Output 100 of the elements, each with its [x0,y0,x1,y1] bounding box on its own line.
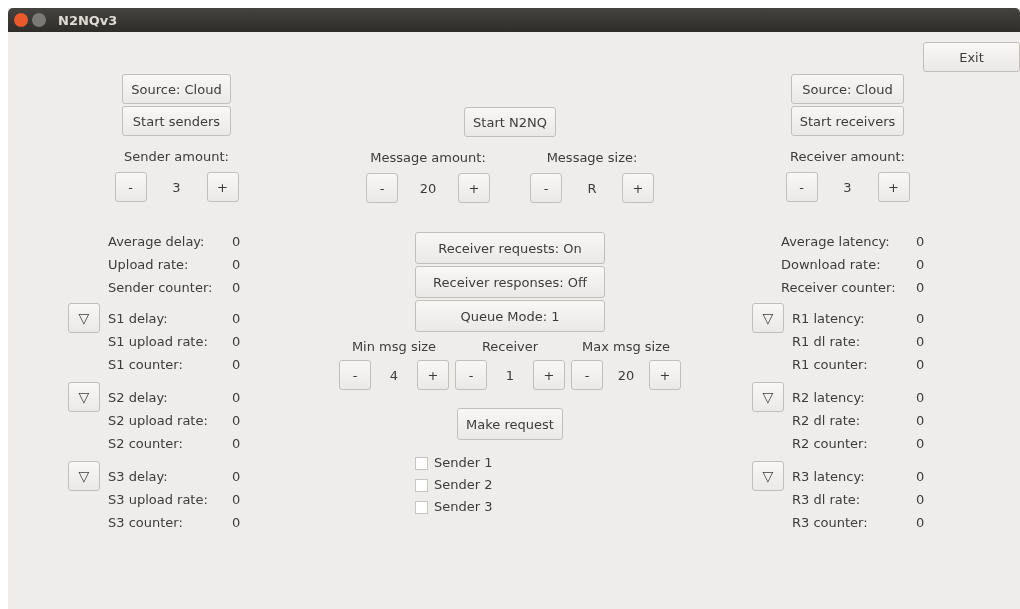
stepper-label: Receiver [481,338,539,356]
stat-label: S3 delay: [108,468,169,486]
stepper-value: R [586,180,598,196]
stepper-value: 20 [616,367,636,383]
checkbox[interactable] [415,456,428,470]
expand-button[interactable]: ▽ [68,461,100,491]
increment-button[interactable]: + [533,360,565,390]
stat-value: 0 [916,435,925,453]
stat-label: S2 delay: [108,389,169,407]
stepper-value: 3 [842,179,853,195]
stat-label: R1 dl rate: [792,333,862,351]
stat-label: R1 latency: [792,310,866,328]
stat-value: 0 [232,356,241,374]
stat-value: 0 [232,233,241,251]
stepper-label: Sender amount: [124,148,229,166]
decrement-button[interactable]: - [339,360,371,390]
stepper-value: 3 [171,179,182,195]
start-button[interactable]: Start receivers [790,106,905,136]
decrement-button[interactable]: - [366,173,398,203]
stepper-label: Max msg size [581,338,670,356]
stepper-value: 20 [418,180,438,196]
stepper-value: 4 [388,367,400,383]
stat-value: 0 [232,514,241,532]
toggle-button[interactable]: Queue Mode: 1 [415,300,605,332]
stat-value: 0 [916,514,925,532]
stat-label: R2 dl rate: [792,412,862,430]
stat-value: 0 [232,256,241,274]
decrement-button[interactable]: - [455,360,487,390]
stat-value: 0 [916,412,925,430]
stat-label: Average delay: [108,233,206,251]
stat-label: Sender counter: [108,279,214,297]
increment-button[interactable]: + [649,360,681,390]
stat-value: 0 [232,435,241,453]
stat-label: Average latency: [781,233,891,251]
expand-button[interactable]: ▽ [68,382,100,412]
stat-value: 0 [916,333,925,351]
stat-label: S3 counter: [108,514,184,532]
increment-button[interactable]: + [877,172,910,202]
checkbox-label: Sender 3 [434,498,493,516]
expand-button[interactable]: ▽ [752,461,784,491]
checkbox-label: Sender 1 [434,454,493,472]
expand-button[interactable]: ▽ [68,303,100,333]
stat-value: 0 [916,389,925,407]
stepper-value: 1 [504,367,516,383]
increment-button[interactable]: + [622,173,654,203]
decrement-button[interactable]: - [530,173,562,203]
stat-value: 0 [916,356,925,374]
start-button[interactable]: Start N2NQ [464,107,556,137]
increment-button[interactable]: + [206,172,239,202]
stat-value: 0 [232,491,241,509]
stat-label: R2 latency: [792,389,866,407]
stat-label: R3 counter: [792,514,869,532]
stat-value: 0 [232,310,241,328]
window-title: N2NQv3 [58,12,118,28]
stat-value: 0 [916,310,925,328]
stat-value: 0 [916,468,925,486]
stat-value: 0 [916,491,925,509]
exit-button[interactable]: Exit [923,42,1020,72]
start-button[interactable]: Start senders [122,106,231,136]
source-button[interactable]: Source: Cloud [790,74,905,104]
decrement-button[interactable]: - [571,360,603,390]
checkbox-label: Sender 2 [434,476,493,494]
checkbox[interactable] [415,478,428,492]
stat-label: R3 dl rate: [792,491,862,509]
stat-label: S3 upload rate: [108,491,209,509]
stat-label: S2 counter: [108,435,184,453]
stepper-label: Message size: [546,149,638,167]
toggle-button[interactable]: Receiver requests: On [415,232,605,264]
expand-button[interactable]: ▽ [752,303,784,333]
expand-button[interactable]: ▽ [752,382,784,412]
stat-label: R2 counter: [792,435,869,453]
stat-value: 0 [232,333,241,351]
checkbox[interactable] [415,500,428,514]
stat-value: 0 [232,279,241,297]
stat-value: 0 [916,256,925,274]
stat-label: R1 counter: [792,356,869,374]
increment-button[interactable]: + [458,173,490,203]
stat-label: S1 delay: [108,310,169,328]
stat-value: 0 [232,412,241,430]
close-icon[interactable] [14,13,28,27]
source-button[interactable]: Source: Cloud [122,74,231,104]
stat-label: Download rate: [781,256,882,274]
stat-label: R3 latency: [792,468,866,486]
decrement-button[interactable]: - [114,172,147,202]
stepper-label: Message amount: [370,149,486,167]
stat-value: 0 [232,389,241,407]
increment-button[interactable]: + [417,360,449,390]
stat-value: 0 [916,233,925,251]
stat-value: 0 [232,468,241,486]
stat-value: 0 [916,279,925,297]
stepper-label: Min msg size [351,338,437,356]
minimize-icon[interactable] [32,13,46,27]
make-request-button[interactable]: Make request [457,408,563,440]
stat-label: Receiver counter: [781,279,897,297]
stat-label: S2 upload rate: [108,412,209,430]
stepper-label: Receiver amount: [790,148,905,166]
stat-label: Upload rate: [108,256,190,274]
toggle-button[interactable]: Receiver responses: Off [415,266,605,298]
stat-label: S1 counter: [108,356,184,374]
decrement-button[interactable]: - [785,172,818,202]
